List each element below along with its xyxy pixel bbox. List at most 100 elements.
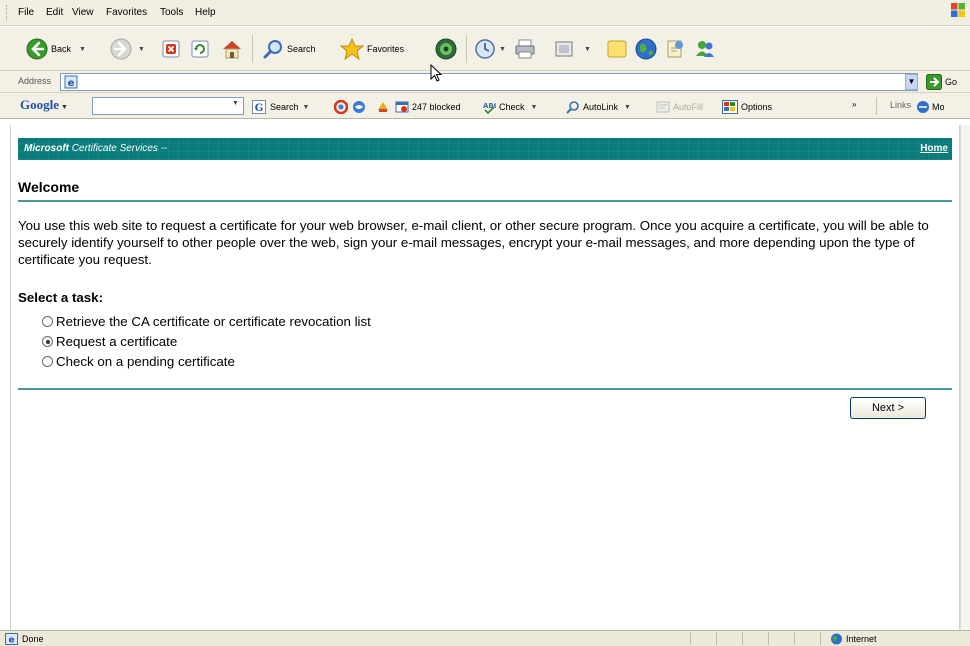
status-panel-separator	[716, 632, 717, 645]
autolink-label: AutoLink	[583, 102, 619, 112]
autolink-icon	[566, 101, 579, 114]
svg-text:e: e	[8, 636, 14, 646]
page-title: Welcome	[18, 179, 80, 195]
media-icon	[435, 38, 457, 60]
check-dropdown-icon: ▼	[530, 103, 538, 111]
address-dropdown-icon[interactable]: ▼	[905, 74, 918, 90]
forward-button[interactable]: ▼	[110, 38, 145, 60]
popup-blocker-button[interactable]: 247 blocked	[395, 100, 461, 114]
radio-retrieve-ca-certificate[interactable]	[42, 316, 53, 327]
option-check-pending-certificate[interactable]: Check on a pending certificate	[42, 354, 235, 369]
links-more-button[interactable]: Mo	[916, 100, 945, 114]
links-label[interactable]: Links	[890, 100, 911, 110]
home-icon	[223, 41, 241, 59]
banner-title-text: Certificate Services	[71, 143, 158, 154]
search-label: Search	[287, 44, 316, 54]
menu-tools[interactable]: Tools	[158, 7, 185, 18]
globe-icon	[635, 38, 657, 60]
popup-blocked-label: 247 blocked	[412, 102, 461, 112]
next-button[interactable]: Next >	[850, 397, 926, 419]
news-button[interactable]	[376, 100, 390, 114]
research-button[interactable]	[664, 38, 686, 60]
options-button[interactable]: Options	[722, 100, 772, 114]
globe-button[interactable]	[634, 37, 658, 61]
favorites-label: Favorites	[367, 44, 405, 54]
option-retrieve-ca-certificate[interactable]: Retrieve the CA certificate or certifica…	[42, 314, 371, 329]
page-icon: e	[64, 75, 78, 89]
google-toolbar: Google ▼ ▼ G Search ▼ 247 blocked AB Che…	[0, 93, 970, 119]
note-icon	[607, 40, 627, 58]
menu-edit[interactable]: Edit	[44, 7, 65, 18]
task-heading: Select a task:	[18, 290, 104, 305]
home-button[interactable]	[221, 38, 243, 60]
menu-help[interactable]: Help	[193, 7, 218, 18]
google-search-dropdown-icon[interactable]: ▼	[232, 100, 239, 107]
radio-request-certificate[interactable]	[42, 336, 53, 347]
radio-check-pending-certificate[interactable]	[42, 356, 53, 367]
option-label: Check on a pending certificate	[56, 354, 235, 369]
page-content: Microsoft Certificate Services -- Home W…	[10, 125, 960, 630]
menu-file[interactable]: File	[16, 7, 36, 18]
status-panel-separator	[794, 632, 795, 645]
search-icon	[263, 40, 282, 59]
forward-dropdown-icon[interactable]: ▼	[138, 46, 145, 53]
google-search-label: Search	[270, 102, 299, 112]
status-panel-separator	[742, 632, 743, 645]
home-link[interactable]: Home	[920, 143, 948, 154]
refresh-button[interactable]	[191, 40, 209, 58]
google-search-input[interactable]	[92, 97, 244, 115]
go-button[interactable]: Go	[926, 74, 957, 90]
options-label: Options	[741, 102, 773, 112]
history-icon	[475, 39, 495, 59]
spell-check-icon: ABC	[483, 102, 496, 114]
edit-dropdown-icon[interactable]: ▼	[584, 46, 591, 53]
check-label: Check	[499, 102, 525, 112]
media-button[interactable]	[434, 37, 458, 61]
internet-zone-globe-icon	[831, 633, 842, 645]
history-dropdown-icon[interactable]: ▼	[499, 46, 506, 53]
menu-bar: File Edit View Favorites Tools Help	[0, 0, 970, 26]
standard-toolbar: Back ▼ ▼ Search Favorites ▼ ▼	[0, 27, 970, 71]
favorites-button[interactable]: Favorites	[340, 38, 404, 60]
back-dropdown-icon[interactable]: ▼	[79, 46, 86, 53]
svg-text:ABC: ABC	[483, 102, 496, 110]
option-request-certificate[interactable]: Request a certificate	[42, 334, 177, 349]
print-button[interactable]	[514, 38, 536, 60]
menu-bar-grip[interactable]	[6, 5, 9, 21]
google-logo[interactable]: Google ▼	[20, 97, 68, 113]
page-info-button[interactable]	[352, 100, 366, 114]
discuss-button[interactable]	[606, 38, 628, 60]
menu-favorites[interactable]: Favorites	[104, 7, 149, 18]
autofill-label: AutoFill	[673, 102, 704, 112]
back-label: Back	[51, 44, 72, 54]
search-button[interactable]: Search	[262, 38, 316, 60]
stop-button[interactable]	[162, 40, 180, 58]
windows-logo-icon	[951, 3, 965, 17]
toolbar-separator	[252, 35, 253, 63]
edit-button[interactable]: ▼	[554, 39, 591, 59]
more-chevron-icon[interactable]: »	[852, 100, 856, 109]
status-bar: e Done Internet	[0, 630, 970, 646]
history-button[interactable]: ▼	[474, 38, 506, 60]
page-info-icon	[353, 101, 365, 113]
autofill-button[interactable]: AutoFill	[656, 100, 703, 114]
back-arrow-icon	[26, 38, 48, 60]
favorites-star-icon	[340, 38, 364, 60]
vertical-scrollbar[interactable]	[960, 125, 970, 630]
status-panel-separator	[690, 632, 691, 645]
status-panel-separator	[768, 632, 769, 645]
go-label: Go	[945, 77, 958, 87]
pagerank-button[interactable]	[334, 100, 348, 114]
autolink-button[interactable]: AutoLink ▼	[566, 100, 631, 114]
google-g-icon: G	[252, 100, 266, 114]
messenger-button[interactable]	[694, 38, 716, 60]
google-menu-dropdown-icon: ▼	[61, 103, 68, 111]
google-search-button[interactable]: G Search ▼	[252, 100, 309, 114]
link-page-icon	[917, 101, 929, 113]
back-button[interactable]: Back ▼	[26, 38, 86, 60]
menu-view[interactable]: View	[70, 7, 96, 18]
spell-check-button[interactable]: ABC Check ▼	[482, 100, 537, 114]
bottom-divider	[18, 388, 952, 390]
svg-text:G: G	[255, 103, 264, 114]
address-input[interactable]: e	[60, 73, 918, 91]
